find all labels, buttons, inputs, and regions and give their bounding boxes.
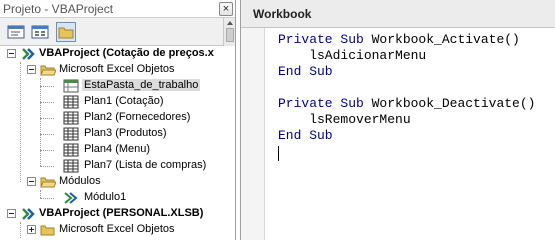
worksheet-icon — [63, 159, 79, 173]
tree-folder-modules[interactable]: Módulos — [0, 174, 235, 190]
project-tree: VBAProject (Cotação de preços.x Microsof… — [0, 46, 235, 240]
code-line[interactable]: End Sub — [278, 64, 333, 80]
tree-folder-excel-objects[interactable]: Microsoft Excel Objetos — [0, 62, 235, 78]
view-code-button[interactable] — [6, 22, 26, 42]
code-text: lsAdicionarMenu — [278, 48, 427, 63]
tree-item-label: Módulo1 — [84, 191, 127, 203]
folder-open-icon — [40, 65, 56, 76]
expand-icon[interactable] — [27, 225, 36, 234]
toggle-folders-icon — [58, 27, 74, 39]
tree-item-sheet[interactable]: Plan2 (Fornecedores) — [0, 110, 235, 126]
collapse-icon[interactable] — [7, 209, 16, 218]
close-icon[interactable]: × — [219, 2, 233, 16]
code-line[interactable]: lsRemoverMenu — [278, 112, 411, 128]
workbook-icon — [63, 79, 79, 93]
toggle-folders-button[interactable] — [56, 22, 76, 42]
text-caret — [278, 146, 279, 161]
tree-item-sheet[interactable]: Plan7 (Lista de compras) — [0, 158, 235, 174]
tree-project-label: VBAProject (PERSONAL.XLSB) — [39, 207, 204, 219]
tree-item-sheet[interactable]: Plan1 (Cotação) — [0, 94, 235, 110]
worksheet-icon — [63, 143, 79, 157]
code-text: lsRemoverMenu — [278, 112, 411, 127]
collapse-icon[interactable] — [7, 49, 16, 58]
tree-folder-label: Microsoft Excel Objetos — [59, 223, 175, 235]
project-explorer: Projeto - VBAProject × VBAProject (Cotaç… — [0, 0, 236, 240]
tree-item-sheet[interactable]: Plan4 (Menu) — [0, 142, 235, 158]
code-line[interactable]: End Sub — [278, 128, 333, 144]
tree-project-label: VBAProject (Cotação de preços.x — [39, 47, 214, 59]
collapse-icon[interactable] — [27, 65, 36, 74]
vba-project-icon — [22, 48, 35, 60]
project-explorer-title: Projeto - VBAProject — [3, 2, 114, 16]
folder-icon — [40, 225, 55, 236]
tree-item-label: Plan1 (Cotação) — [84, 95, 164, 107]
code-text: Workbook_Activate() — [363, 32, 520, 47]
code-line[interactable]: Private Sub Workbook_Activate() — [278, 32, 520, 48]
code-editor[interactable]: Private Sub Workbook_Activate() lsAdicio… — [265, 28, 555, 240]
code-keyword: Private Sub — [278, 96, 364, 111]
code-margin-indicator-bar[interactable] — [241, 28, 265, 240]
tree-item-module[interactable]: Módulo1 — [0, 190, 235, 206]
collapse-icon[interactable] — [27, 177, 36, 186]
code-line[interactable]: Private Sub Workbook_Deactivate() — [278, 96, 535, 112]
tree-item-label: EstaPasta_de_trabalho — [82, 79, 201, 91]
code-keyword: End Sub — [278, 128, 333, 143]
tree-item-sheet[interactable]: Plan3 (Produtos) — [0, 126, 235, 142]
toolbar-scrollbar[interactable] — [223, 18, 235, 46]
tree-item-label: Plan2 (Fornecedores) — [84, 111, 191, 123]
worksheet-icon — [63, 127, 79, 141]
code-text: Workbook_Deactivate() — [363, 96, 536, 111]
tree-item-label: Plan3 (Produtos) — [84, 127, 167, 139]
code-line[interactable]: lsAdicionarMenu — [278, 48, 426, 64]
vba-project-icon — [22, 208, 35, 220]
view-object-icon — [31, 25, 49, 39]
scroll-thumb[interactable] — [226, 28, 234, 42]
object-dropdown[interactable]: Workbook — [253, 7, 311, 21]
tree-item-label: Plan7 (Lista de compras) — [84, 159, 207, 171]
code-keyword: Private Sub — [278, 32, 364, 47]
worksheet-icon — [63, 111, 79, 125]
code-window-header: Workbook — [241, 0, 555, 28]
tree-folder-label: Módulos — [59, 175, 101, 187]
project-explorer-titlebar: Projeto - VBAProject × — [0, 0, 235, 18]
tree-item-workbook[interactable]: EstaPasta_de_trabalho — [0, 78, 235, 94]
view-code-icon — [7, 25, 25, 39]
tree-project-cotacao[interactable]: VBAProject (Cotação de preços.x — [0, 46, 235, 62]
worksheet-icon — [63, 95, 79, 109]
code-window: Workbook Private Sub Workbook_Activate()… — [240, 0, 555, 240]
code-keyword: End Sub — [278, 64, 333, 79]
tree-folder-label: Microsoft Excel Objetos — [59, 63, 175, 75]
tree-folder-excel-objects[interactable]: Microsoft Excel Objetos — [0, 222, 235, 238]
module-icon — [64, 192, 78, 204]
folder-open-icon — [40, 177, 56, 188]
view-object-button[interactable] — [30, 22, 50, 42]
project-explorer-toolbar — [0, 18, 235, 46]
scroll-up-arrow-icon[interactable] — [227, 21, 233, 25]
tree-project-personal[interactable]: VBAProject (PERSONAL.XLSB) — [0, 206, 235, 222]
tree-item-label: Plan4 (Menu) — [84, 143, 151, 155]
